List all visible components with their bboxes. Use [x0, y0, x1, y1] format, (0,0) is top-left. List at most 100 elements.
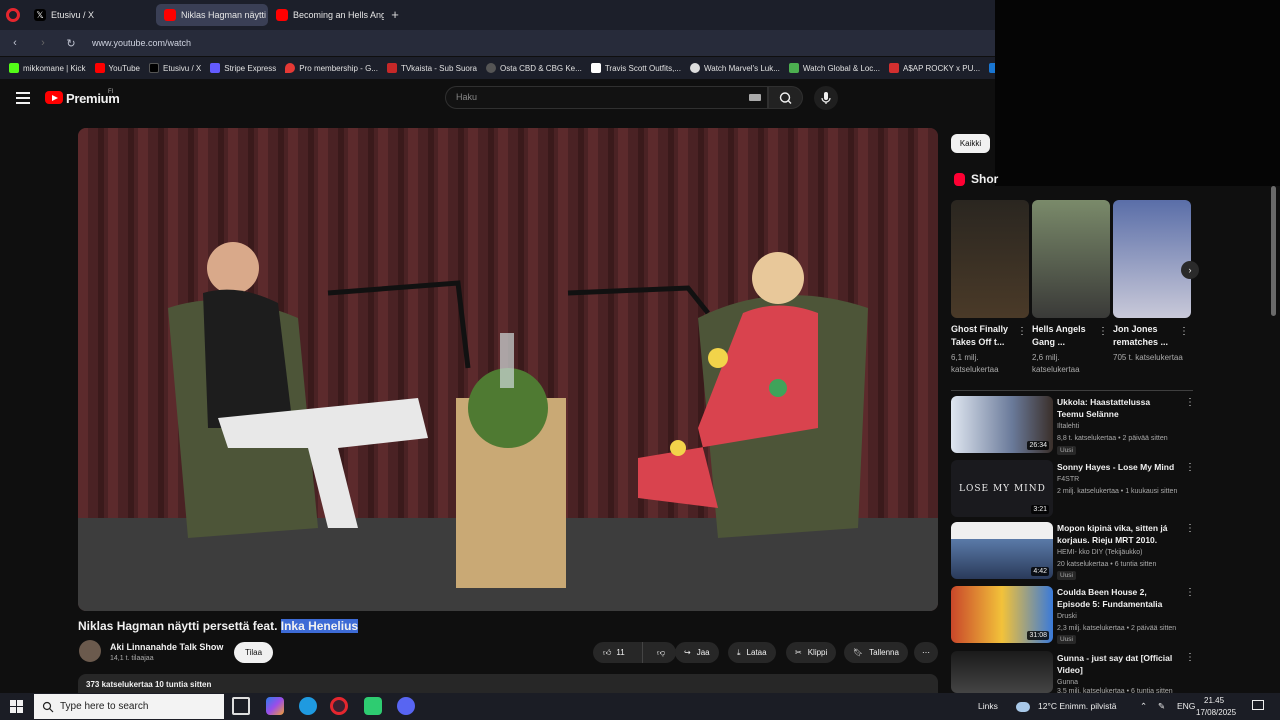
pen-icon[interactable]: ✎ — [1158, 701, 1165, 712]
short-thumbnail[interactable] — [1032, 200, 1110, 318]
download-icon: ⤓ — [737, 647, 741, 657]
tab-label: Etusivu / X — [51, 10, 95, 20]
chevron-up-icon[interactable]: ⌃ — [1140, 701, 1147, 712]
menu-icon[interactable] — [16, 92, 30, 104]
short-thumbnail[interactable] — [951, 200, 1029, 318]
forward-icon[interactable]: › — [36, 37, 50, 49]
scrollbar[interactable] — [1271, 186, 1276, 316]
youtube-favicon-icon — [276, 9, 288, 21]
more-vertical-icon[interactable]: ⋮ — [1185, 523, 1195, 534]
taskbar-search-placeholder: Type here to search — [60, 701, 149, 712]
recommendation-title[interactable]: Gunna - just say dat [Official Video] — [1057, 652, 1177, 676]
channel-name[interactable]: Druski — [1057, 611, 1197, 622]
subscribe-button[interactable]: Tilaa — [234, 642, 273, 663]
more-vertical-icon[interactable]: ⋮ — [1098, 326, 1108, 337]
bookmark-item[interactable]: YouTube — [94, 63, 140, 73]
notifications-icon[interactable] — [1252, 700, 1264, 710]
video-thumbnail[interactable]: 31:08 — [951, 586, 1053, 643]
video-thumbnail[interactable] — [951, 651, 1053, 693]
taskbar-search[interactable]: Type here to search — [34, 694, 224, 719]
chip-all[interactable]: Kaikki — [951, 134, 990, 153]
download-button[interactable]: ⤓ Lataa — [728, 642, 776, 663]
search-button[interactable] — [768, 86, 803, 109]
short-thumbnail[interactable] — [1113, 200, 1191, 318]
voice-search-button[interactable] — [814, 86, 838, 110]
x-logo-icon — [148, 63, 159, 73]
links-toolbar[interactable]: Links — [978, 701, 998, 711]
bookmark-item[interactable]: Etusivu / X — [148, 63, 201, 73]
video-thumbnail[interactable]: LOSE MY MIND 3:21 — [951, 460, 1053, 517]
weather-text[interactable]: 12°C Enimm. pilvistä — [1038, 701, 1117, 711]
spreadsheet-app-icon[interactable] — [364, 697, 382, 715]
video-meta: 3,5 milj. katselukertaa • 6 tuntia sitte… — [1057, 688, 1173, 693]
tab-x-home[interactable]: 𝕏 Etusivu / X — [26, 4, 156, 26]
video-player[interactable] — [78, 128, 938, 611]
bookmark-item[interactable]: Travis Scott Outfits,... — [590, 63, 681, 73]
location-pin-icon — [285, 63, 296, 73]
new-tab-button[interactable]: + — [388, 8, 402, 22]
more-vertical-icon[interactable]: ⋮ — [1017, 326, 1027, 337]
short-title[interactable]: Jon Jones rematches ... — [1113, 323, 1181, 349]
bookmark-label: A$AP ROCKY x PU... — [902, 63, 981, 73]
short-title[interactable]: Ghost Finally Takes Off t... — [951, 323, 1019, 349]
edge-icon[interactable] — [299, 697, 317, 715]
dislike-button[interactable]: 👎︎ — [649, 648, 665, 658]
channel-avatar[interactable] — [79, 640, 101, 662]
more-vertical-icon[interactable]: ⋮ — [1185, 397, 1195, 408]
bookmark-item[interactable]: Watch Global & Loc... — [788, 63, 880, 73]
recommendation-title[interactable]: Sonny Hayes - Lose My Mind — [1057, 461, 1177, 473]
windows-start-icon[interactable] — [10, 700, 23, 713]
share-icon: ↪ — [684, 648, 691, 657]
bookmark-item[interactable]: Pro membership - G... — [285, 63, 378, 73]
copilot-icon[interactable] — [266, 697, 284, 715]
more-vertical-icon[interactable]: ⋮ — [1179, 326, 1189, 337]
recommendation-title[interactable]: Mopon kipinä vika, sitten já korjaus. Ri… — [1057, 522, 1177, 546]
more-vertical-icon[interactable]: ⋮ — [1185, 587, 1195, 598]
more-vertical-icon[interactable]: ⋮ — [1185, 462, 1195, 473]
language-indicator[interactable]: ENG — [1177, 701, 1195, 711]
video-title-highlight[interactable]: Inka Henelius — [280, 619, 359, 633]
clip-label: Klippi — [807, 648, 828, 657]
share-label: Jaa — [696, 648, 710, 657]
bookmark-item[interactable]: mikkomane | Kick — [9, 63, 86, 73]
clock-time[interactable]: 21.45 — [1204, 696, 1224, 705]
more-vertical-icon[interactable]: ⋮ — [1185, 652, 1195, 663]
save-button[interactable]: 🔖︎ Tallenna — [844, 642, 908, 663]
video-meta: 20 katselukertaa • 6 tuntia sitten — [1057, 561, 1157, 568]
channel-name[interactable]: Aki Linnanahde Talk Show — [110, 642, 223, 652]
opera-logo-icon[interactable] — [6, 8, 20, 22]
site-icon — [689, 63, 700, 73]
bookmark-item[interactable]: A$AP ROCKY x PU... — [888, 63, 981, 73]
reload-icon[interactable]: ↻ — [64, 37, 78, 50]
bookmarks-bar: mikkomane | Kick YouTube Etusivu / X Str… — [0, 57, 995, 79]
search-input[interactable] — [445, 86, 768, 109]
bookmark-item[interactable]: Stripe Express — [210, 63, 276, 73]
youtube-logo-icon[interactable] — [45, 91, 63, 104]
url-text[interactable]: www.youtube.com/watch — [92, 38, 191, 48]
like-button[interactable]: 👍︎ 11 — [593, 642, 643, 663]
bookmark-item[interactable]: Watch Marvel's Luk... — [689, 63, 780, 73]
chevron-right-icon[interactable]: › — [1181, 261, 1199, 279]
opera-icon[interactable] — [330, 697, 348, 715]
clip-button[interactable]: ✂ Klippi — [786, 642, 837, 663]
task-view-icon[interactable] — [232, 697, 250, 715]
bookmark-item[interactable]: Osta CBD & CBG Ke... — [486, 63, 582, 73]
bookmark-label: mikkomane | Kick — [23, 63, 86, 73]
recommendation-title[interactable]: Coulda Been House 2, Episode 5: Fundamen… — [1057, 586, 1177, 610]
bookmark-item[interactable]: TVkaista - Sub Suora — [386, 63, 477, 73]
channel-name[interactable]: Iltalehti — [1057, 421, 1197, 432]
clock-date[interactable]: 17/08/2025 — [1196, 708, 1236, 717]
discord-icon[interactable] — [397, 697, 415, 715]
tab-youtube-video[interactable]: Niklas Hagman näytti — [156, 4, 268, 26]
short-title[interactable]: Hells Angels Gang ... — [1032, 323, 1100, 349]
channel-name[interactable]: F4STR — [1057, 474, 1197, 485]
recommendation-title[interactable]: Ukkola: Haastattelussa Teemu Selänne — [1057, 396, 1177, 420]
video-thumbnail[interactable]: 26:34 — [951, 396, 1053, 453]
more-actions-button[interactable]: ⋯ — [914, 642, 938, 663]
back-icon[interactable]: ‹ — [8, 37, 22, 49]
channel-name[interactable]: HEMI- kko DIY (Tekijäukko) — [1057, 547, 1197, 558]
keyboard-icon[interactable] — [749, 94, 761, 101]
share-button[interactable]: ↪ Jaa — [675, 642, 719, 663]
video-thumbnail[interactable]: 4:42 — [951, 522, 1053, 579]
tab-hells-angel[interactable]: Becoming an Hells Angel — [268, 4, 384, 26]
